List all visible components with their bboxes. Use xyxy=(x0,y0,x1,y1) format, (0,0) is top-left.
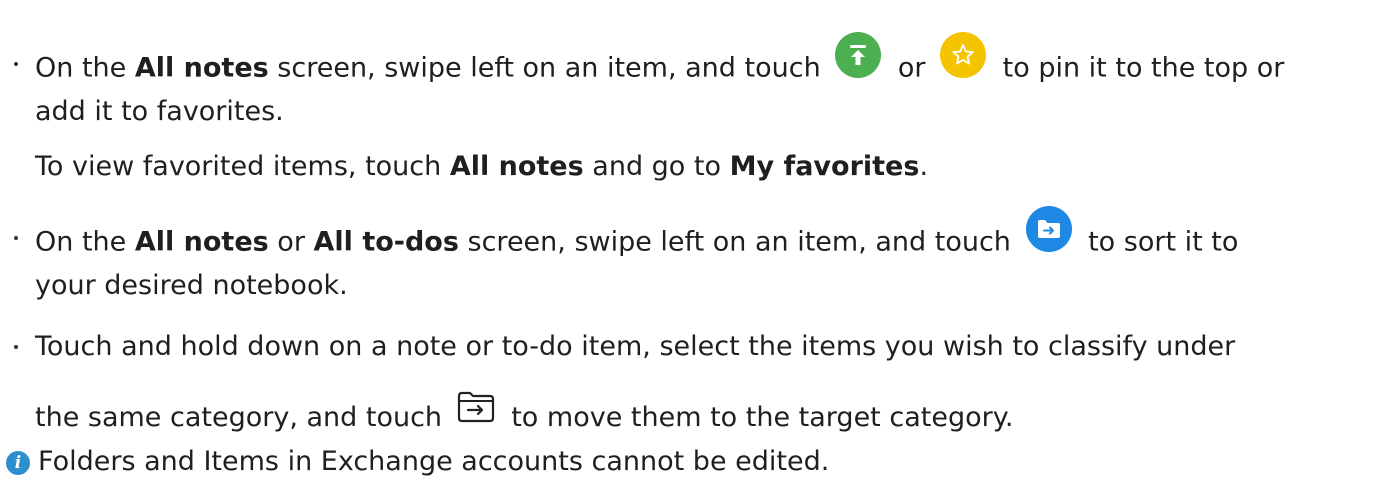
text: your desired notebook. xyxy=(35,270,348,301)
text: On the xyxy=(35,52,135,84)
text: On the xyxy=(35,226,135,258)
text: screen, swipe left on an item, and touch xyxy=(458,226,1020,258)
text: Touch and hold down on a note or to-do i… xyxy=(35,331,1236,362)
bold-text: All notes xyxy=(134,52,269,84)
favorite-star-icon xyxy=(940,32,987,78)
text: to sort it to xyxy=(1079,226,1239,258)
text: To view favorited items, touch xyxy=(35,151,450,182)
bullet xyxy=(14,345,18,349)
item2-line2: your desired notebook. xyxy=(35,268,348,304)
text: or xyxy=(268,226,314,258)
text: to move them to the target category. xyxy=(502,402,1014,433)
bold-text: All to-dos xyxy=(313,226,459,258)
note-text: Folders and Items in Exchange accounts c… xyxy=(38,446,830,477)
text: the same category, and touch xyxy=(35,402,451,433)
move-to-category-icon xyxy=(457,391,495,423)
item1-line1: On the All notes screen, swipe left on a… xyxy=(35,32,1285,92)
pin-to-top-icon xyxy=(835,32,882,78)
info-icon: i xyxy=(6,450,30,475)
item3-line1: Touch and hold down on a note or to-do i… xyxy=(35,329,1235,365)
text: add it to favorites. xyxy=(35,96,284,127)
item1-line3: To view favorited items, touch All notes… xyxy=(35,149,928,185)
bold-text: My favorites xyxy=(729,151,920,182)
text: . xyxy=(919,151,929,182)
bullet xyxy=(14,62,18,66)
move-to-notebook-icon xyxy=(1025,206,1072,252)
note-line: i Folders and Items in Exchange accounts … xyxy=(6,444,829,480)
item3-line2: the same category, and touch to move the… xyxy=(35,391,1014,436)
text: and go to xyxy=(583,151,730,182)
item2-line1: On the All notes or All to-dos screen, s… xyxy=(35,206,1239,266)
item1-line2: add it to favorites. xyxy=(35,94,284,130)
text: screen, swipe left on an item, and touch xyxy=(268,52,830,84)
text: to pin it to the top or xyxy=(994,52,1285,84)
bold-text: All notes xyxy=(134,226,269,258)
bold-text: All notes xyxy=(449,151,584,182)
text: or xyxy=(889,52,935,84)
bullet xyxy=(14,236,18,240)
